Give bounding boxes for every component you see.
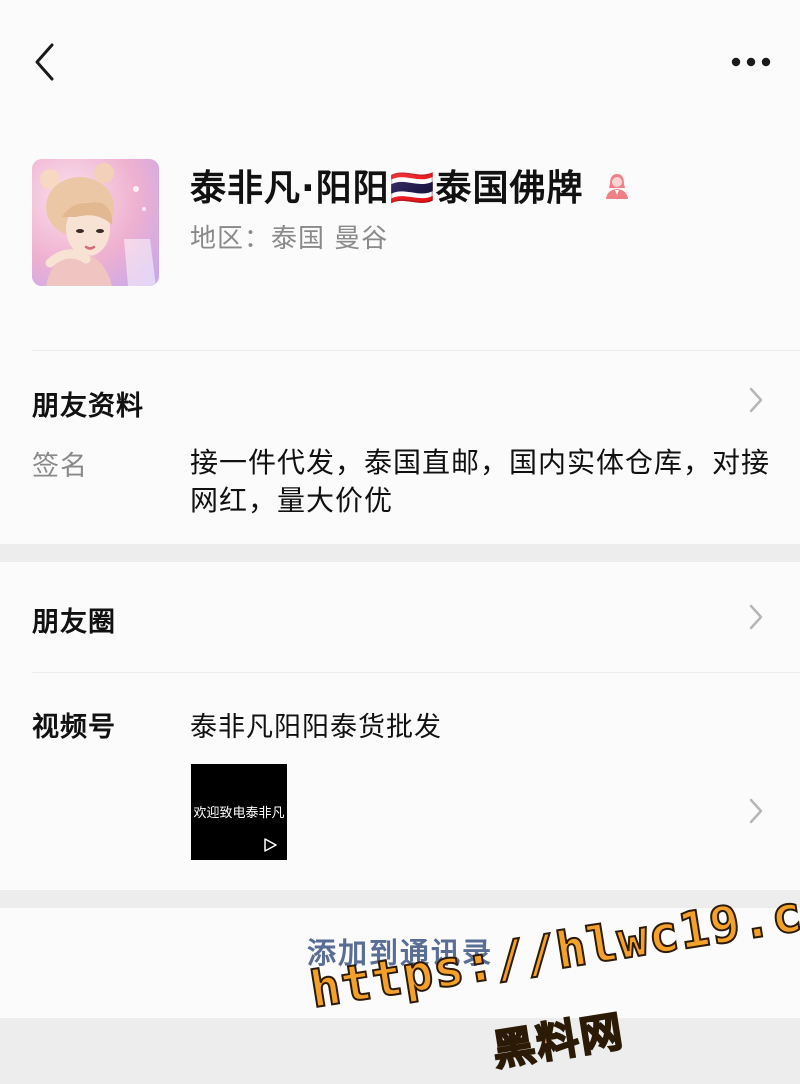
video-caption: 欢迎致电泰非凡 [193,806,285,821]
divider [32,350,800,351]
channel-name: 泰非凡阳阳泰货批发 [190,712,442,743]
avatar-image [32,159,159,286]
signature-label: 签名 [32,451,88,482]
moments-row[interactable] [0,562,800,672]
female-icon [600,168,634,202]
profile-header: 泰非凡·阳阳🇹🇭泰国佛牌 地区：泰国 曼谷 [0,140,800,320]
profile-name: 泰非凡·阳阳🇹🇭泰国佛牌 [190,168,584,209]
divider [32,672,800,673]
chevron-left-icon [35,43,54,81]
bottom-area [0,1018,800,1084]
back-button[interactable] [22,38,66,86]
signature-text: 接一件代发，泰国直邮，国内实体仓库，对接网红，量大价优 [190,446,771,517]
section-gap [0,544,800,562]
name-row: 泰非凡·阳阳🇹🇭泰国佛牌 [190,160,634,210]
chevron-right-icon [746,795,766,827]
video-thumbnail[interactable]: 欢迎致电泰非凡 [191,764,287,860]
more-button[interactable] [724,44,778,80]
channels-title: 视频号 [32,712,116,743]
moments-title: 朋友圈 [32,607,116,638]
chevron-right-icon [746,601,766,633]
avatar[interactable] [32,159,159,286]
more-dots-icon [731,57,771,67]
region-text: 地区：泰国 曼谷 [190,224,389,254]
friend-info-title: 朋友资料 [32,391,144,422]
play-icon [264,838,277,852]
chevron-right-icon [746,384,766,416]
top-bar [0,0,800,120]
